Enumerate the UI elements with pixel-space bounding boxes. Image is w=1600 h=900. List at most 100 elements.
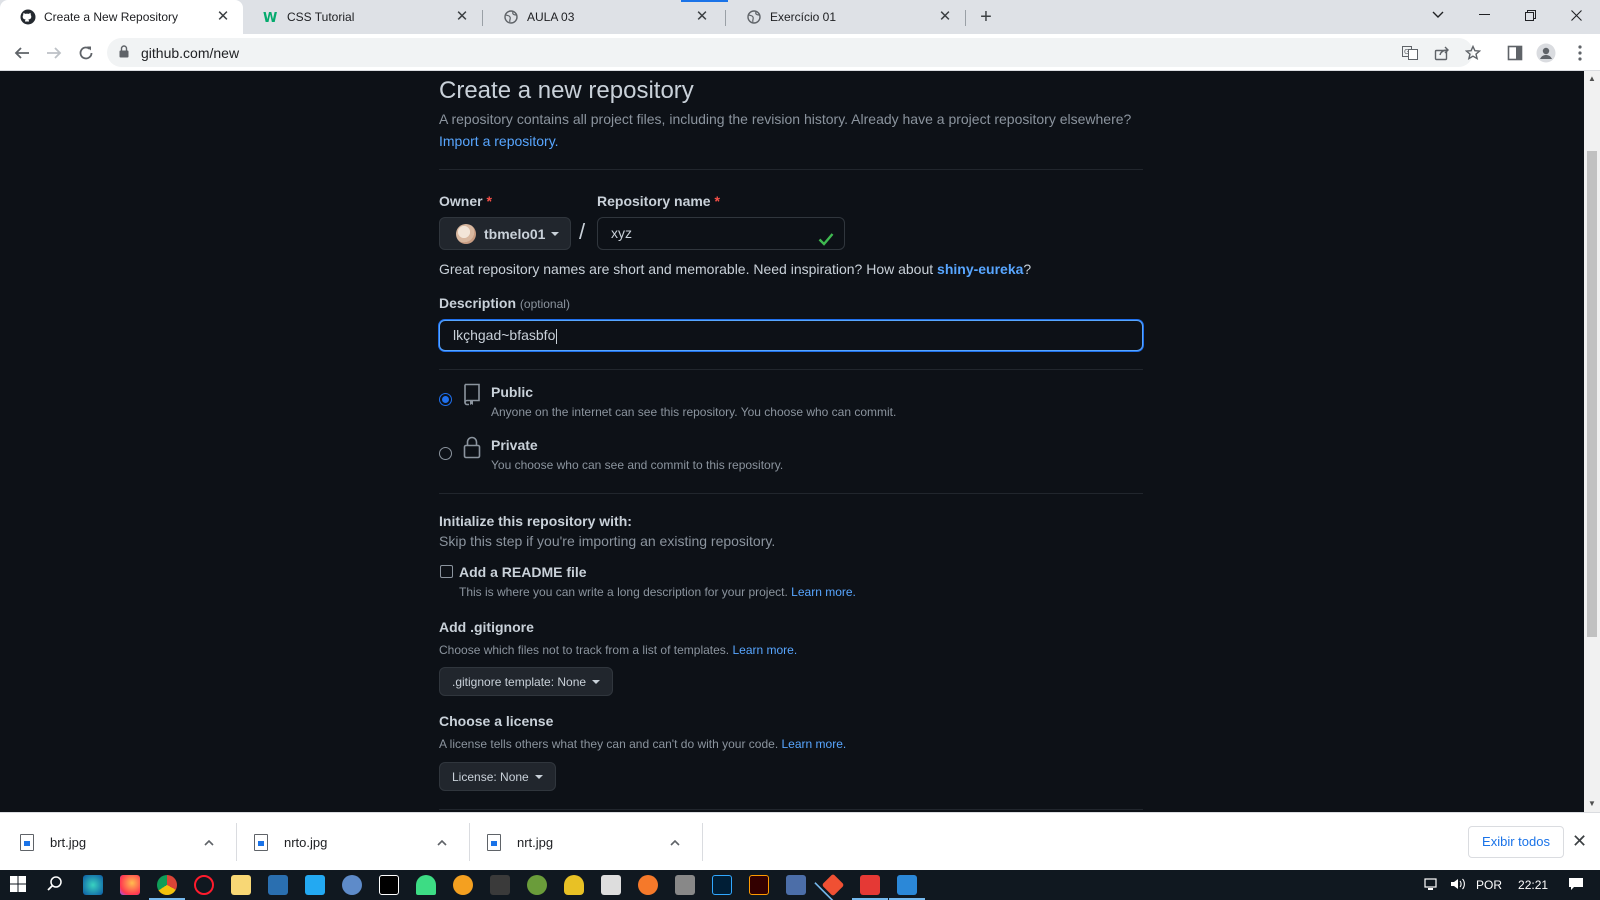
restore-icon[interactable]	[1508, 0, 1552, 30]
browser-menu-icon[interactable]	[1570, 43, 1590, 63]
app-icon[interactable]	[342, 875, 362, 895]
chevron-up-icon[interactable]	[670, 835, 680, 849]
required-mark: *	[714, 193, 720, 209]
tab-title: Create a New Repository	[44, 10, 179, 24]
bookmark-star-icon[interactable]	[1463, 43, 1483, 63]
profile-avatar-icon[interactable]	[1536, 43, 1556, 63]
tab-css-tutorial[interactable]: W CSS Tutorial ✕	[243, 0, 482, 34]
show-all-downloads-button[interactable]: Exibir todos	[1468, 826, 1564, 858]
tab-create-repository[interactable]: Create a New Repository ✕	[0, 0, 243, 34]
app-icon[interactable]	[527, 875, 547, 895]
tab-close-icon[interactable]: ✕	[454, 9, 470, 25]
tab-aula-03[interactable]: AULA 03 ✕	[483, 0, 722, 34]
network-icon[interactable]	[1424, 877, 1440, 894]
scroll-down-arrow-icon[interactable]: ▼	[1587, 799, 1597, 809]
notifications-icon[interactable]	[1568, 877, 1584, 894]
chevron-up-icon[interactable]	[437, 835, 447, 849]
tab-close-icon[interactable]: ✕	[694, 9, 710, 25]
app-icon[interactable]	[453, 875, 473, 895]
gitignore-learn-more-link[interactable]: Learn more.	[732, 643, 797, 657]
app-icon[interactable]	[564, 875, 584, 895]
minimize-icon[interactable]	[1462, 0, 1506, 30]
reload-icon[interactable]	[72, 39, 100, 67]
tab-exercicio-01[interactable]: Exercício 01 ✕	[726, 0, 965, 34]
forward-arrow-icon[interactable]	[40, 39, 68, 67]
tab-search-chevron-icon[interactable]	[1416, 0, 1460, 30]
page-scrollbar[interactable]: ▲ ▼	[1584, 71, 1600, 812]
photos-icon[interactable]	[889, 875, 925, 900]
image-file-icon	[20, 833, 34, 851]
downloads-bar: brt.jpg nrto.jpg nrt.jpg Exibir todos ✕	[0, 812, 1600, 870]
image-file-icon	[487, 833, 501, 851]
suggestion-link[interactable]: shiny-eureka	[937, 261, 1023, 277]
visibility-public-title: Public	[491, 384, 534, 400]
readme-label[interactable]: Add a README file	[459, 564, 587, 580]
pycharm-icon[interactable]	[379, 875, 399, 895]
description-label-text: Description	[439, 295, 517, 311]
repo-name-input[interactable]: xyz	[597, 217, 845, 250]
opera-icon[interactable]	[194, 875, 214, 895]
tab-title: Exercício 01	[770, 10, 837, 24]
git-icon[interactable]	[821, 873, 845, 897]
owner-dropdown[interactable]: tbmelo01	[439, 217, 571, 250]
import-repository-link[interactable]: Import a repository.	[439, 133, 559, 149]
app-icon[interactable]	[786, 875, 806, 895]
input-language[interactable]: POR	[1476, 878, 1502, 892]
repo-name-label-text: Repository name	[597, 193, 711, 209]
file-explorer-icon[interactable]	[231, 875, 251, 895]
firefox-icon[interactable]	[120, 875, 140, 895]
download-item[interactable]: nrt.jpg	[469, 813, 702, 871]
chrome-icon[interactable]	[149, 875, 185, 900]
download-item[interactable]: brt.jpg	[0, 813, 236, 871]
chevron-up-icon[interactable]	[204, 835, 214, 849]
illustrator-icon[interactable]	[749, 875, 769, 895]
app-icon[interactable]	[852, 875, 888, 900]
window-close-icon[interactable]	[1554, 0, 1598, 30]
new-tab-plus-icon[interactable]: +	[975, 6, 997, 28]
readme-note: This is where you can write a long descr…	[459, 585, 856, 599]
text-cursor	[556, 328, 558, 344]
android-studio-icon[interactable]	[416, 875, 436, 895]
translate-icon[interactable]: G	[1400, 43, 1420, 63]
photoshop-icon[interactable]	[712, 875, 732, 895]
app-icon[interactable]	[268, 875, 288, 895]
browser-toolbar: github.com/new G	[0, 34, 1600, 71]
side-panel-icon[interactable]	[1505, 43, 1525, 63]
visibility-public-radio[interactable]	[439, 393, 452, 406]
gitignore-template-dropdown[interactable]: .gitignore template: None	[439, 667, 614, 696]
address-bar[interactable]: github.com/new G	[107, 38, 1481, 67]
app-icon[interactable]	[675, 875, 695, 895]
readme-checkbox[interactable]	[440, 565, 453, 578]
blender-icon[interactable]	[638, 875, 658, 895]
volume-icon[interactable]	[1450, 877, 1466, 894]
divider	[439, 493, 1143, 494]
search-icon[interactable]	[46, 875, 66, 895]
vscode-icon[interactable]	[305, 875, 325, 895]
tab-close-icon[interactable]: ✕	[937, 9, 953, 25]
readme-learn-more-link[interactable]: Learn more.	[791, 585, 856, 599]
repo-name-label: Repository name *	[597, 193, 720, 209]
clock[interactable]: 22:21	[1518, 878, 1548, 892]
license-dropdown[interactable]: License: None	[439, 762, 556, 791]
app-icon[interactable]	[601, 875, 621, 895]
windows-start-icon[interactable]	[9, 875, 29, 895]
scroll-up-arrow-icon[interactable]: ▲	[1587, 74, 1597, 84]
globe-icon	[746, 9, 762, 25]
scrollbar-thumb[interactable]	[1587, 151, 1597, 637]
terminal-icon[interactable]	[490, 875, 510, 895]
w3schools-icon: W	[263, 9, 279, 25]
lock-icon[interactable]	[119, 45, 129, 63]
required-mark: *	[486, 193, 492, 209]
edge-icon[interactable]	[83, 875, 103, 895]
tab-title: CSS Tutorial	[287, 10, 355, 24]
share-icon[interactable]	[1432, 43, 1452, 63]
tab-close-icon[interactable]: ✕	[215, 9, 231, 25]
visibility-private-radio[interactable]	[439, 447, 452, 460]
license-learn-more-link[interactable]: Learn more.	[782, 737, 847, 751]
back-arrow-icon[interactable]	[8, 39, 36, 67]
close-downloads-icon[interactable]: ✕	[1572, 831, 1587, 852]
globe-icon	[503, 9, 519, 25]
description-input[interactable]: lkçhgad~bfasbfo	[439, 320, 1143, 351]
download-item[interactable]: nrto.jpg	[236, 813, 469, 871]
gitignore-button-label: .gitignore template: None	[452, 674, 587, 689]
